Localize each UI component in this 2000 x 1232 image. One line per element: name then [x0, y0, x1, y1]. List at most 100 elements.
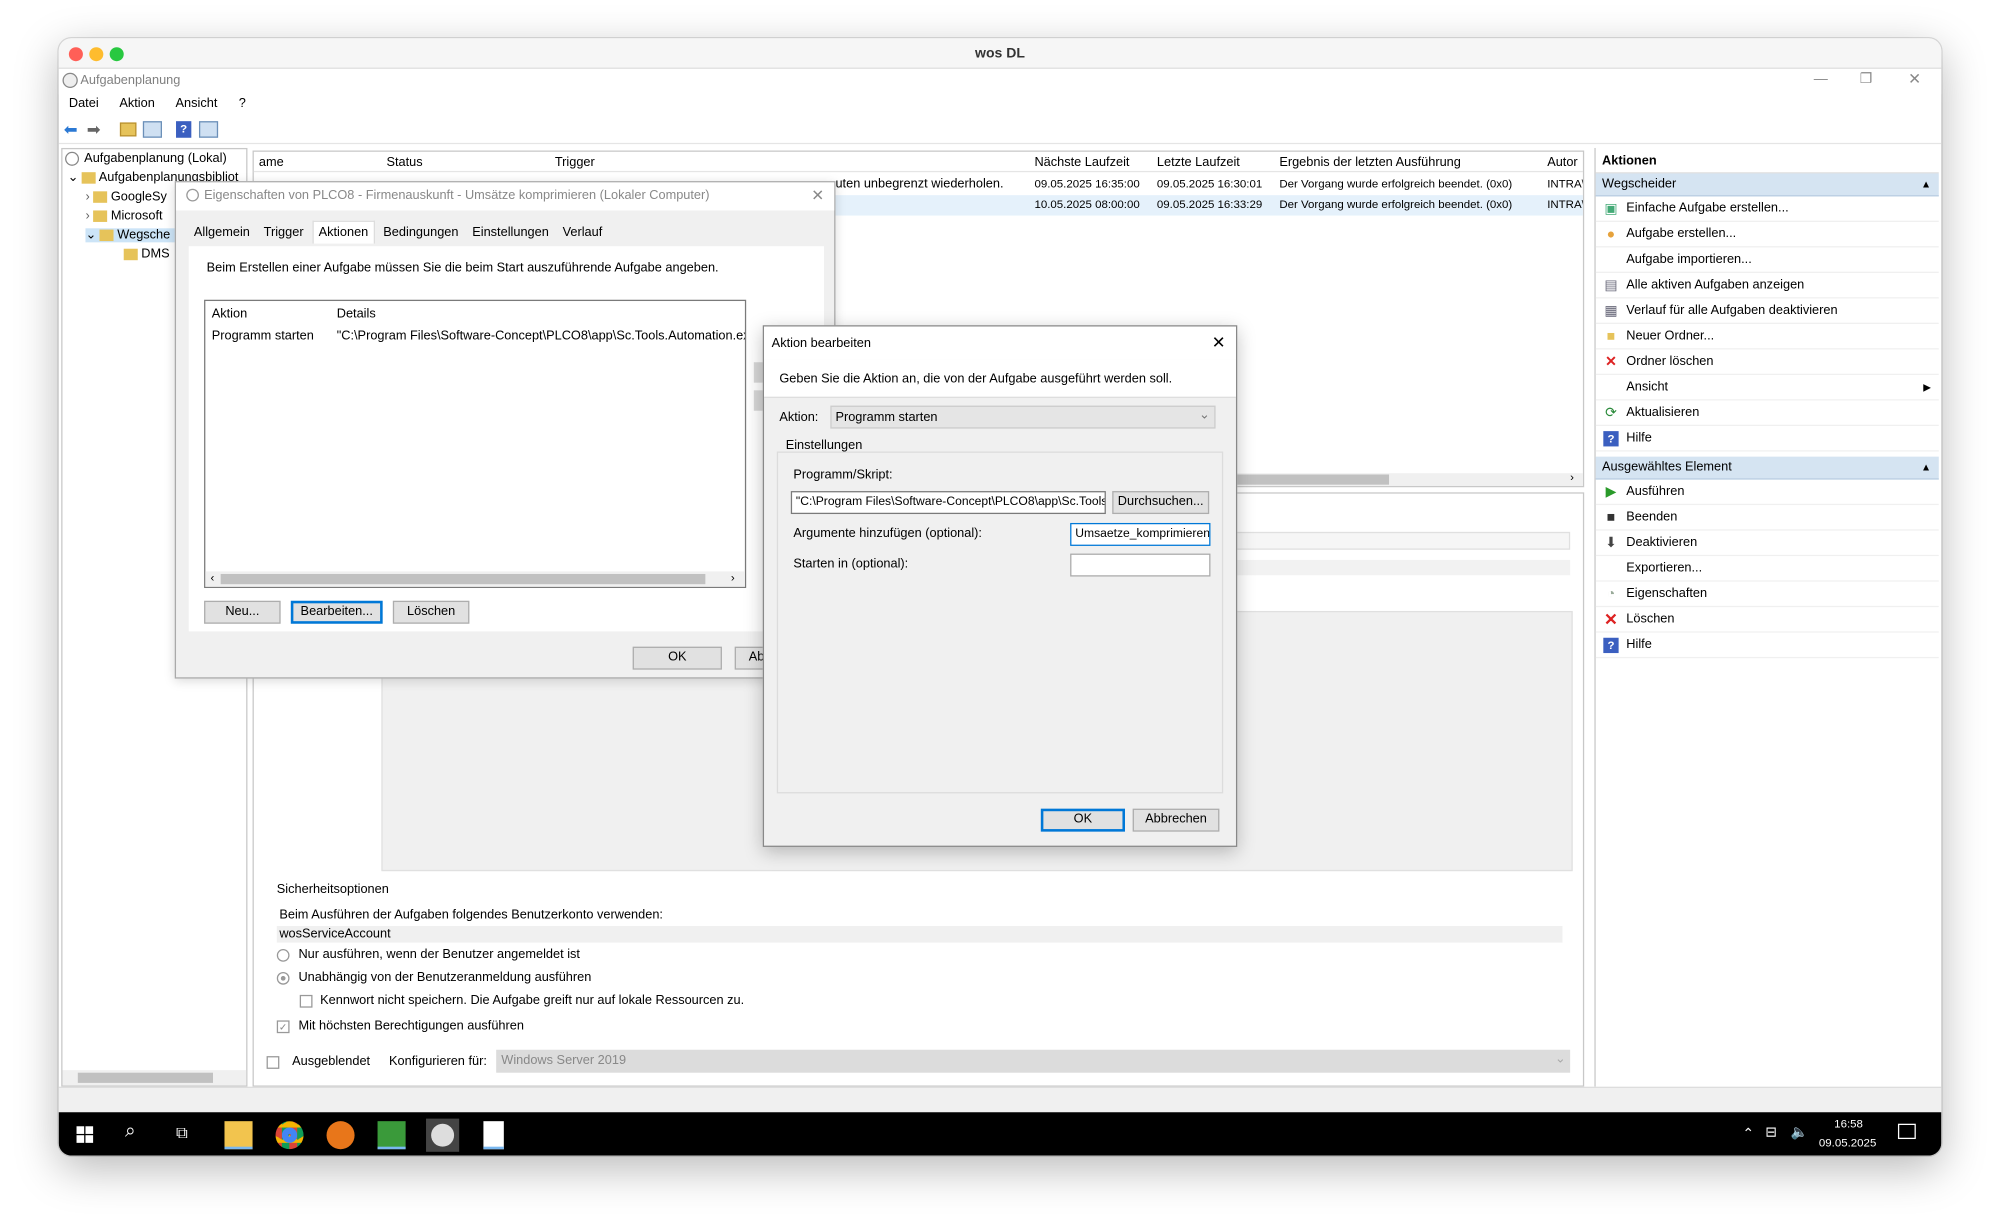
- program-input[interactable]: "C:\Program Files\Software-Concept\PLCO8…: [790, 491, 1106, 515]
- chevron-down-icon[interactable]: ⌄: [68, 171, 79, 185]
- action-show-running[interactable]: ▤ Alle aktiven Aufgaben anzeigen: [1595, 273, 1939, 299]
- section-wegscheider[interactable]: Wegscheider ▲: [1595, 173, 1939, 197]
- restore-icon[interactable]: ❐: [1860, 70, 1873, 86]
- properties-ok-button[interactable]: OK: [632, 646, 722, 670]
- menu-datei[interactable]: Datei: [69, 97, 99, 111]
- collapse-icon[interactable]: ▲: [1921, 173, 1931, 196]
- file-explorer-icon[interactable]: [224, 1121, 253, 1150]
- console-tree-icon[interactable]: [142, 121, 162, 138]
- document-icon[interactable]: [483, 1121, 504, 1150]
- list-item[interactable]: Programm starten "C:\Program Files\Softw…: [205, 327, 745, 347]
- forward-arrow-icon[interactable]: ➡: [87, 120, 101, 140]
- tree-item-microsoft[interactable]: › Microsoft: [85, 209, 162, 223]
- action-export[interactable]: Exportieren...: [1595, 556, 1939, 582]
- delete-action-button[interactable]: Löschen: [392, 600, 470, 624]
- clock-date[interactable]: 09.05.2025: [1819, 1136, 1876, 1149]
- col-author[interactable]: Autor: [1547, 156, 1577, 170]
- action-delete[interactable]: ✕ Löschen: [1595, 607, 1939, 633]
- run-logged-on-radio[interactable]: [276, 948, 290, 962]
- chevron-left-icon[interactable]: ‹: [210, 571, 214, 584]
- action-import-task[interactable]: Aufgabe importieren...: [1595, 247, 1939, 273]
- tab-trigger[interactable]: Trigger: [259, 222, 309, 245]
- back-arrow-icon[interactable]: ⬅: [64, 120, 78, 140]
- run-independent-radio[interactable]: [276, 971, 290, 985]
- chevron-right-icon[interactable]: ›: [1570, 471, 1574, 484]
- start-in-input[interactable]: [1070, 553, 1211, 577]
- active-app-icon[interactable]: [426, 1118, 460, 1152]
- edit-action-button[interactable]: Bearbeiten...: [290, 600, 383, 624]
- col-name[interactable]: ame: [259, 156, 284, 170]
- notification-icon[interactable]: [1897, 1123, 1916, 1140]
- task-list-hscrollbar[interactable]: ›: [1235, 471, 1583, 486]
- action-properties[interactable]: ◔ Eigenschaften: [1595, 582, 1939, 608]
- tab-bedingungen[interactable]: Bedingungen: [378, 222, 463, 245]
- col-status[interactable]: Status: [386, 156, 422, 170]
- folder-up-icon[interactable]: [119, 122, 137, 137]
- no-password-checkbox[interactable]: [299, 994, 313, 1008]
- action-new-folder[interactable]: ■ Neuer Ordner...: [1595, 324, 1939, 350]
- app-orange-icon[interactable]: [326, 1121, 355, 1150]
- hidden-checkbox[interactable]: [266, 1056, 280, 1069]
- scroll-thumb[interactable]: [220, 573, 706, 585]
- chevron-right-icon[interactable]: ›: [85, 190, 89, 204]
- chevron-right-icon[interactable]: ›: [731, 571, 735, 584]
- col-next-run[interactable]: Nächste Laufzeit: [1034, 156, 1129, 170]
- col-trigger[interactable]: Trigger: [555, 156, 595, 170]
- close-icon[interactable]: ✕: [1908, 70, 1921, 88]
- tab-allgemein[interactable]: Allgemein: [189, 222, 255, 245]
- windows-start-icon[interactable]: [76, 1126, 94, 1143]
- action-view[interactable]: Ansicht ▶: [1595, 375, 1939, 401]
- action-create-task[interactable]: ● Aufgabe erstellen...: [1595, 222, 1939, 248]
- task-view-icon[interactable]: ⧉: [176, 1122, 188, 1142]
- action-run[interactable]: ▶ Ausführen: [1595, 480, 1939, 506]
- tab-einstellungen[interactable]: Einstellungen: [467, 222, 554, 245]
- configure-select[interactable]: Windows Server 2019 ⌄: [496, 1049, 1571, 1073]
- action-refresh[interactable]: ⟳ Aktualisieren: [1595, 401, 1939, 427]
- col-last-run[interactable]: Letzte Laufzeit: [1157, 156, 1240, 170]
- zoom-traffic-light[interactable]: [109, 47, 124, 62]
- menu-help[interactable]: ?: [239, 97, 246, 111]
- chrome-icon[interactable]: [275, 1121, 304, 1150]
- action-disable[interactable]: ⬇ Deaktivieren: [1595, 531, 1939, 557]
- search-icon[interactable]: ⌕: [125, 1120, 136, 1142]
- action-help[interactable]: ? Hilfe: [1595, 426, 1939, 452]
- edit-cancel-button[interactable]: Abbrechen: [1132, 808, 1220, 832]
- scroll-thumb[interactable]: [77, 1072, 214, 1083]
- scroll-thumb[interactable]: [1235, 474, 1390, 485]
- action-delete-folder[interactable]: ✕ Ordner löschen: [1595, 349, 1939, 375]
- close-icon[interactable]: ✕: [1212, 333, 1226, 353]
- collapse-icon[interactable]: ▲: [1921, 457, 1931, 480]
- section-selected-item[interactable]: Ausgewähltes Element ▲: [1595, 456, 1939, 480]
- tree-item-dms[interactable]: DMS: [123, 247, 170, 261]
- col-details[interactable]: Details: [337, 307, 376, 321]
- action-select[interactable]: Programm starten ⌄: [830, 405, 1216, 429]
- network-icon[interactable]: ⊟: [1765, 1124, 1777, 1140]
- help-icon[interactable]: ?: [176, 121, 192, 138]
- minimize-traffic-light[interactable]: [89, 47, 104, 62]
- browse-button[interactable]: Durchsuchen...: [1112, 491, 1210, 515]
- tree-hscrollbar[interactable]: [62, 1070, 247, 1086]
- col-result[interactable]: Ergebnis der letzten Ausführung: [1279, 156, 1461, 170]
- menu-ansicht[interactable]: Ansicht: [176, 97, 218, 111]
- col-action[interactable]: Aktion: [212, 307, 247, 321]
- action-help-2[interactable]: ? Hilfe: [1595, 633, 1939, 659]
- volume-icon[interactable]: 🔈: [1791, 1124, 1808, 1140]
- tree-root[interactable]: Aufgabenplanung (Lokal): [65, 151, 227, 166]
- chevron-down-icon[interactable]: ⌄: [85, 228, 96, 242]
- list-hscrollbar[interactable]: ‹ ›: [205, 571, 745, 587]
- highest-privileges-checkbox[interactable]: ✓: [276, 1020, 290, 1034]
- minimize-icon[interactable]: —: [1814, 71, 1828, 86]
- tab-verlauf[interactable]: Verlauf: [557, 222, 607, 245]
- arguments-input[interactable]: Umsaetze_komprimieren: [1070, 522, 1211, 546]
- action-create-basic-task[interactable]: ▣ Einfache Aufgabe erstellen...: [1595, 196, 1939, 222]
- action-disable-history[interactable]: ▦ Verlauf für alle Aufgaben deaktivieren: [1595, 298, 1939, 324]
- action-end[interactable]: ■ Beenden: [1595, 505, 1939, 531]
- task-scheduler-icon[interactable]: [377, 1121, 406, 1150]
- chevron-right-icon[interactable]: ›: [85, 209, 89, 223]
- menu-aktion[interactable]: Aktion: [119, 97, 154, 111]
- close-icon[interactable]: ✕: [811, 186, 824, 204]
- close-traffic-light[interactable]: [68, 47, 83, 62]
- clock-time[interactable]: 16:58: [1834, 1117, 1863, 1130]
- action-pane-icon[interactable]: [198, 121, 219, 138]
- edit-ok-button[interactable]: OK: [1040, 808, 1125, 832]
